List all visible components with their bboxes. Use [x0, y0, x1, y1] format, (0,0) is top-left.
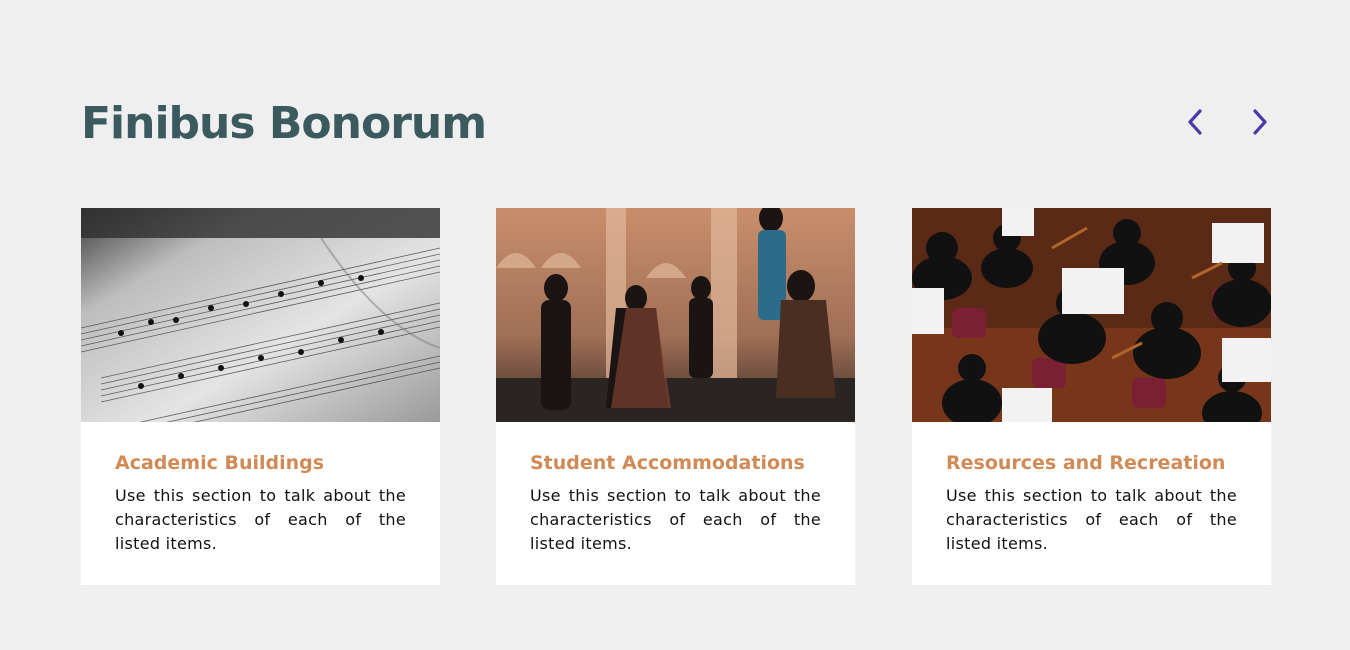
sheet-music-photo [81, 208, 440, 422]
card-title: Student Accommodations [530, 452, 805, 474]
card-title: Resources and Recreation [946, 452, 1226, 474]
carousel-next-button[interactable] [1243, 106, 1277, 140]
chevron-right-icon [1249, 107, 1271, 140]
card-description: Use this section to talk about the chara… [530, 485, 821, 553]
carousel-prev-button[interactable] [1178, 106, 1212, 140]
chevron-left-icon [1184, 107, 1206, 140]
section-title: Finibus Bonorum [81, 98, 487, 149]
card-academic-buildings[interactable]: Academic Buildings Use this section to t… [81, 208, 440, 585]
carousel-section: Finibus Bonorum Academic Buildings Use t… [0, 0, 1350, 650]
street-musicians-photo [496, 208, 855, 422]
orchestra-photo [912, 208, 1271, 422]
card-description: Use this section to talk about the chara… [115, 485, 406, 553]
card-title: Academic Buildings [115, 452, 325, 474]
card-description: Use this section to talk about the chara… [946, 485, 1237, 553]
card-resources-recreation[interactable]: Resources and Recreation Use this sectio… [912, 208, 1271, 585]
card-student-accommodations[interactable]: Student Accommodations Use this section … [496, 208, 855, 585]
